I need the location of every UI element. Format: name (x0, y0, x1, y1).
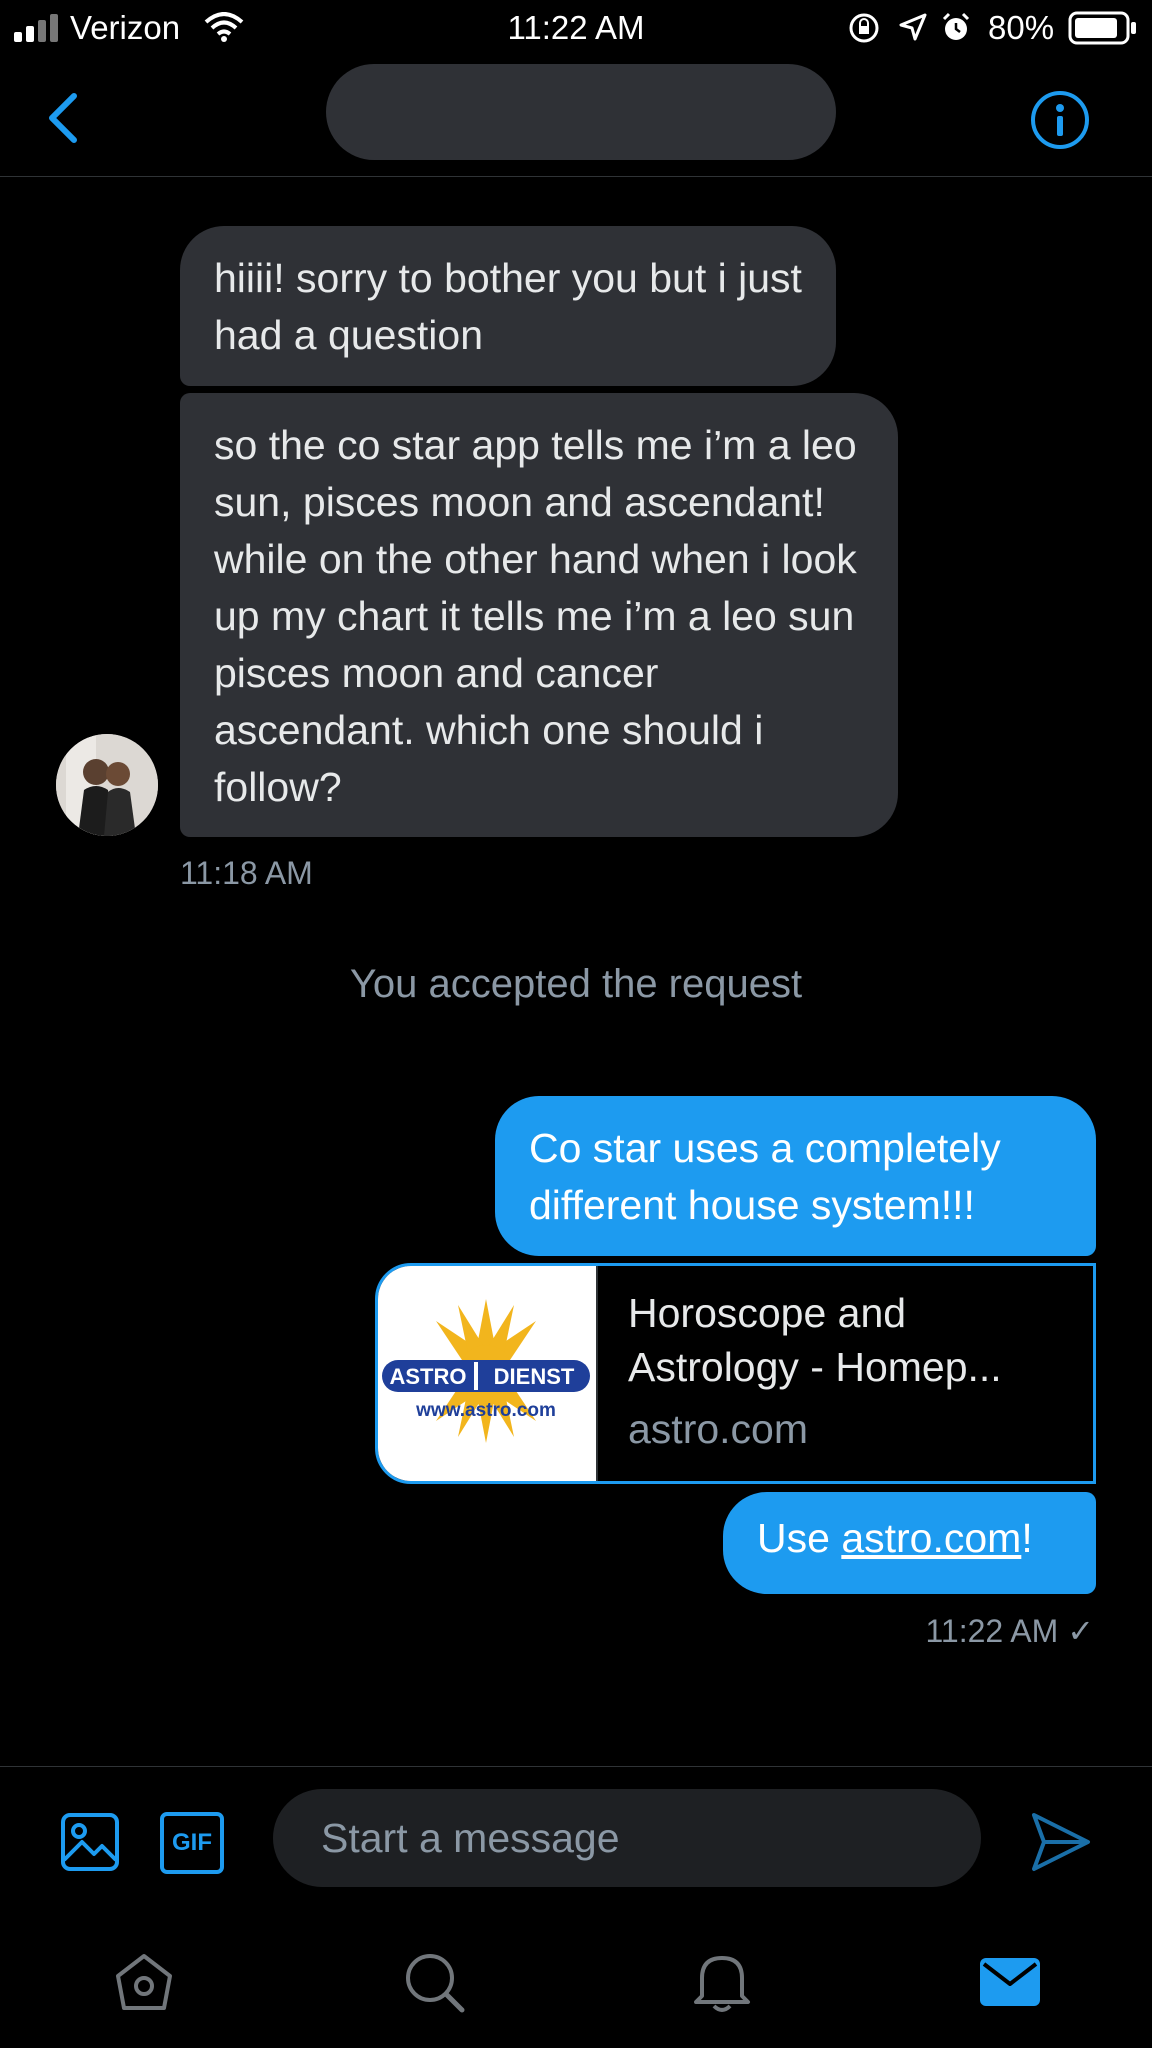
notifications-icon[interactable] (690, 1950, 754, 2014)
link-preview-title: Horoscope and Astrology - Homep... (628, 1290, 1002, 1390)
logo-url: www.astro.com (415, 1400, 556, 1421)
rotation-lock-icon (849, 13, 879, 43)
conversation-title-redacted[interactable] (326, 64, 836, 160)
location-icon (899, 13, 927, 41)
message-input[interactable]: Start a message (273, 1789, 981, 1887)
message-text: so the co star app tells me i’m a leo su… (214, 422, 857, 810)
logo-word-left: ASTRO (390, 1364, 467, 1389)
compose-bar: GIF Start a message (0, 1766, 1152, 1909)
outgoing-message[interactable]: Co star uses a completely different hous… (495, 1096, 1096, 1256)
battery-icon (1068, 11, 1136, 45)
incoming-message[interactable]: so the co star app tells me i’m a leo su… (180, 393, 898, 837)
message-link[interactable]: astro.com (841, 1515, 1021, 1561)
gif-icon[interactable]: GIF (160, 1812, 224, 1874)
message-timestamp: 11:18 AM (180, 855, 313, 891)
message-text: hiiii! sorry to bother you but i just ha… (214, 255, 802, 358)
astrodienst-logo: ASTRO DIENST www.astro.com (382, 1299, 590, 1443)
chevron-left-icon[interactable] (40, 90, 90, 146)
battery-percent: 80% (988, 9, 1055, 46)
message-text: Co star uses a completely different hous… (529, 1125, 1001, 1228)
avatar-photo (56, 734, 158, 836)
link-preview-domain: astro.com (628, 1406, 808, 1452)
request-accepted-note: You accepted the request (349, 962, 803, 1006)
message-text-suffix: ! (1021, 1515, 1033, 1561)
search-icon[interactable] (402, 1950, 466, 2014)
alarm-icon (942, 12, 970, 40)
send-icon[interactable] (1030, 1811, 1092, 1873)
avatar[interactable] (56, 734, 158, 836)
bottom-tab-bar (0, 1908, 1152, 2048)
incoming-message[interactable]: hiiii! sorry to bother you but i just ha… (180, 226, 836, 386)
status-bar: Verizon 11:22 AM 80% (0, 0, 1152, 58)
outgoing-message[interactable]: Use astro.com! (723, 1492, 1096, 1594)
image-icon[interactable] (60, 1812, 120, 1872)
logo-word-right: DIENST (494, 1364, 575, 1389)
home-icon[interactable] (112, 1950, 176, 2014)
link-preview-thumbnail: ASTRO DIENST www.astro.com (378, 1266, 598, 1481)
message-timestamp: 11:22 AM ✓ (925, 1613, 1094, 1649)
message-text-prefix: Use (757, 1515, 842, 1561)
messages-icon[interactable] (978, 1950, 1042, 2014)
conversation-header (0, 58, 1152, 177)
status-time: 11:22 AM (507, 9, 645, 46)
link-preview-card[interactable]: ASTRO DIENST www.astro.com Horoscope and… (375, 1263, 1096, 1484)
info-circle-icon[interactable] (1030, 90, 1090, 150)
